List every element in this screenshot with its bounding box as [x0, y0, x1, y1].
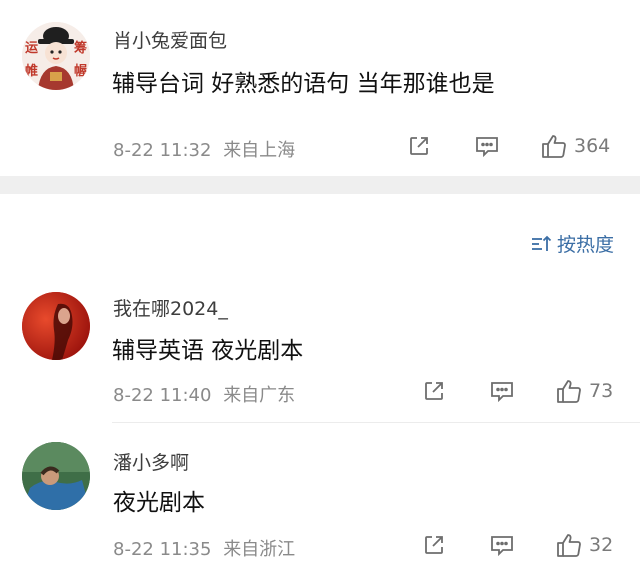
avatar-char-4: 幄: [74, 64, 88, 79]
user-avatar[interactable]: [22, 292, 90, 360]
sort-by-hot-button[interactable]: 按热度: [531, 230, 614, 257]
share-icon: [425, 382, 443, 400]
share-button[interactable]: [422, 533, 446, 557]
user-avatar[interactable]: [22, 442, 90, 510]
comment-meta: 8-22 11:32 来自上海: [113, 136, 295, 162]
comment-text: 夜光剧本: [113, 490, 205, 516]
comment-icon: [491, 536, 513, 557]
sort-label: 按热度: [556, 234, 614, 256]
comment-text: 辅导英语 夜光剧本: [112, 338, 304, 364]
like-button[interactable]: 364: [540, 132, 610, 160]
like-count: 364: [574, 135, 611, 157]
comment-location: 来自广东: [223, 385, 296, 406]
reply-button[interactable]: [489, 379, 515, 403]
comment-item-2: 我在哪2024_ 辅导英语 夜光剧本 8-22 11:40 来自广东 73: [0, 280, 640, 420]
divider: [112, 422, 640, 423]
username[interactable]: 潘小多啊: [113, 448, 189, 475]
share-button[interactable]: [422, 379, 446, 403]
username[interactable]: 我在哪2024_: [113, 294, 228, 321]
thumb-up-icon: [542, 135, 566, 158]
username[interactable]: 肖小兔爱面包: [113, 26, 227, 53]
sort-icon: [531, 235, 552, 251]
thumb-up-icon: [557, 380, 581, 403]
comment-text: 辅导台词 好熟悉的语句 当年那谁也是: [112, 71, 495, 97]
share-button[interactable]: [407, 134, 431, 158]
reply-button[interactable]: [489, 533, 515, 557]
thumb-up-icon: [557, 534, 581, 557]
user-avatar[interactable]: 运 筹 帷 幄: [22, 22, 90, 90]
share-icon: [410, 137, 428, 155]
like-count: 32: [589, 534, 614, 556]
comment-meta: 8-22 11:40 来自广东: [113, 381, 295, 407]
share-icon: [425, 536, 443, 554]
comment-time: 8-22 11:35: [113, 539, 212, 560]
reply-button[interactable]: [474, 134, 500, 158]
comment-icon: [476, 137, 498, 158]
comment-icon: [491, 382, 513, 403]
section-separator: [0, 176, 640, 194]
like-count: 73: [589, 380, 614, 402]
comment-item-1: 运 筹 帷 幄 肖小兔爱面包 辅导台词 好熟悉的语句 当年那谁也是 8-22 1…: [0, 0, 640, 176]
avatar-char-1: 运: [25, 41, 39, 56]
comment-item-3: 潘小多啊 夜光剧本 8-22 11:35 来自浙江 32: [0, 430, 640, 574]
comment-location: 来自上海: [223, 140, 296, 161]
like-button[interactable]: 73: [555, 377, 613, 405]
comment-location: 来自浙江: [223, 539, 296, 560]
avatar-char-3: 帷: [25, 64, 39, 79]
avatar-char-2: 筹: [74, 41, 88, 56]
comment-meta: 8-22 11:35 来自浙江: [113, 535, 295, 561]
like-button[interactable]: 32: [555, 531, 613, 559]
comment-time: 8-22 11:40: [113, 385, 212, 406]
comment-time: 8-22 11:32: [113, 140, 212, 161]
